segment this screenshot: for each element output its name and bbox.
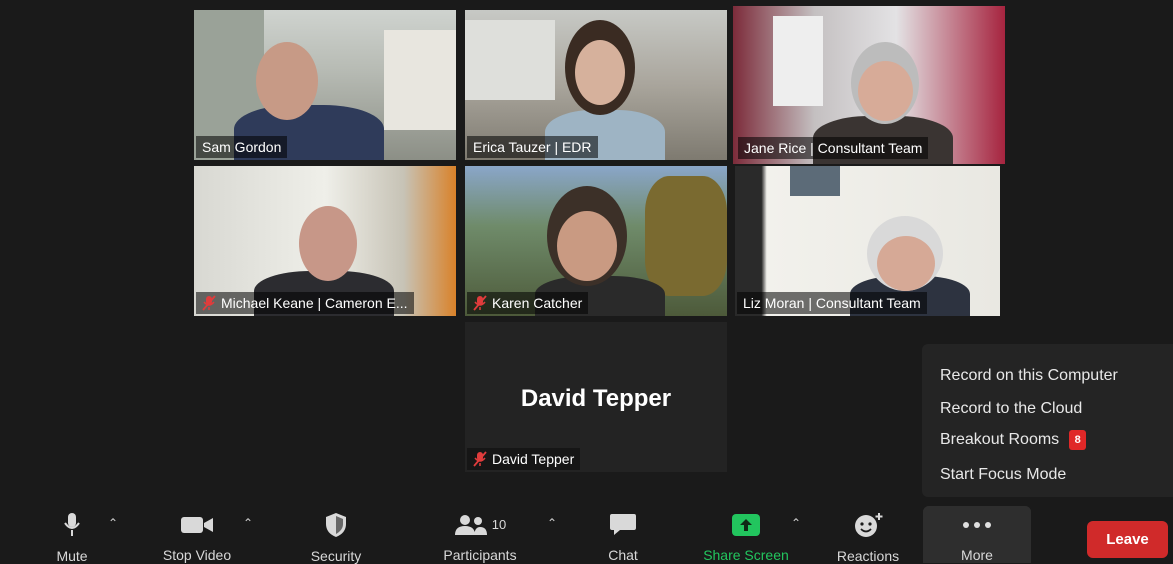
participants-icon bbox=[454, 514, 487, 535]
menu-item-label: Record to the Cloud bbox=[940, 400, 1083, 417]
participant-name-label: David Tepper bbox=[492, 451, 575, 467]
leave-button[interactable]: Leave bbox=[1087, 521, 1168, 558]
participant-tile[interactable]: Sam Gordon bbox=[194, 10, 456, 160]
menu-item-label: Start Focus Mode bbox=[940, 466, 1067, 483]
video-gallery: Sam Gordon Erica Tauzer | EDR Jane Rice … bbox=[0, 0, 1173, 500]
smiley-plus-icon bbox=[855, 513, 883, 537]
participant-name-label: Karen Catcher bbox=[492, 295, 583, 311]
share-screen-icon bbox=[732, 513, 760, 536]
menu-item-label: Record on this Computer bbox=[940, 367, 1118, 384]
mute-label: Mute bbox=[56, 548, 88, 564]
security-button[interactable]: Security bbox=[300, 500, 372, 564]
microphone-icon bbox=[64, 513, 80, 536]
participants-label: Participants bbox=[443, 547, 517, 563]
participant-name: David Tepper bbox=[467, 448, 581, 470]
audio-options-chevron-icon[interactable]: ⌃ bbox=[108, 516, 118, 530]
participant-tile[interactable]: Erica Tauzer | EDR bbox=[465, 10, 727, 160]
share-screen-label: Share Screen bbox=[703, 547, 789, 563]
menu-item-label: Breakout Rooms bbox=[940, 431, 1060, 448]
reactions-label: Reactions bbox=[836, 548, 900, 564]
participant-name: Sam Gordon bbox=[196, 136, 288, 158]
participant-display-name: David Tepper bbox=[520, 385, 672, 412]
more-label: More bbox=[961, 547, 993, 563]
participant-tile[interactable]: Michael Keane | Cameron E... bbox=[194, 166, 456, 316]
participant-name: Michael Keane | Cameron E... bbox=[196, 292, 414, 314]
muted-mic-icon bbox=[202, 295, 216, 311]
participants-button[interactable]: 10 Participants bbox=[430, 500, 530, 563]
breakout-badge: 8 bbox=[1069, 430, 1087, 450]
reactions-button[interactable]: Reactions bbox=[826, 500, 910, 564]
chat-bubble-icon bbox=[610, 513, 636, 535]
participant-tile-active-speaker[interactable]: Jane Rice | Consultant Team bbox=[733, 6, 1005, 164]
stop-video-label: Stop Video bbox=[162, 547, 232, 563]
participants-options-chevron-icon[interactable]: ⌃ bbox=[547, 516, 557, 530]
video-camera-icon bbox=[181, 516, 213, 533]
more-button[interactable]: More bbox=[923, 500, 1031, 563]
more-dots-icon bbox=[963, 521, 991, 528]
participant-name-label: Sam Gordon bbox=[202, 139, 282, 155]
menu-item-focus-mode[interactable]: Start Focus Mode bbox=[940, 466, 1066, 484]
participants-count: 10 bbox=[491, 517, 507, 532]
participant-name: Erica Tauzer | EDR bbox=[467, 136, 598, 158]
video-options-chevron-icon[interactable]: ⌃ bbox=[243, 516, 253, 530]
participant-name-label: Michael Keane | Cameron E... bbox=[221, 295, 408, 311]
participant-name-label: Jane Rice | Consultant Team bbox=[744, 140, 923, 156]
participant-name-label: Liz Moran | Consultant Team bbox=[743, 295, 921, 311]
stop-video-button[interactable]: Stop Video bbox=[152, 500, 242, 563]
participant-tile-video-off[interactable]: David Tepper David Tepper bbox=[465, 322, 727, 472]
security-label: Security bbox=[310, 548, 362, 564]
participant-tile[interactable]: Liz Moran | Consultant Team bbox=[735, 166, 1000, 316]
muted-mic-icon bbox=[473, 451, 487, 467]
participant-tile[interactable]: Karen Catcher bbox=[465, 166, 727, 316]
participant-name: Jane Rice | Consultant Team bbox=[738, 137, 929, 159]
menu-item-breakout-rooms[interactable]: Breakout Rooms 8 bbox=[940, 430, 1087, 450]
share-options-chevron-icon[interactable]: ⌃ bbox=[791, 516, 801, 530]
mute-button[interactable]: Mute bbox=[44, 500, 100, 564]
participant-name: Karen Catcher bbox=[467, 292, 589, 314]
more-menu: Record on this Computer Record to the Cl… bbox=[922, 344, 1173, 497]
participant-name: Liz Moran | Consultant Team bbox=[737, 292, 927, 314]
chat-label: Chat bbox=[608, 547, 638, 563]
menu-item-record-computer[interactable]: Record on this Computer bbox=[940, 367, 1118, 385]
menu-item-record-cloud[interactable]: Record to the Cloud bbox=[940, 400, 1082, 418]
shield-icon bbox=[326, 513, 346, 537]
chat-button[interactable]: Chat bbox=[595, 500, 651, 563]
share-screen-button[interactable]: Share Screen bbox=[695, 500, 797, 563]
muted-mic-icon bbox=[473, 295, 487, 311]
participant-name-label: Erica Tauzer | EDR bbox=[473, 139, 592, 155]
